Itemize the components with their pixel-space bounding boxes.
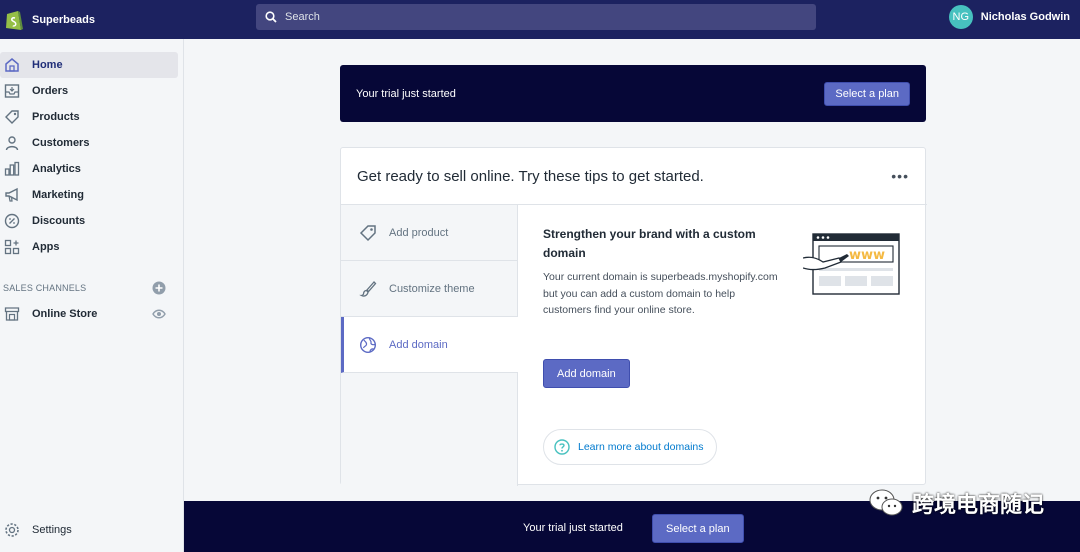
tab-add-domain[interactable]: Add domain	[341, 317, 518, 373]
panel-title: Strengthen your brand with a custom doma…	[543, 227, 756, 260]
watermark: 跨境电商随记	[868, 487, 1044, 519]
globe-icon	[359, 336, 377, 354]
wechat-icon	[869, 489, 903, 516]
eye-icon[interactable]	[152, 308, 166, 320]
sidebar-item-home[interactable]: Home	[0, 52, 178, 78]
store-name: Superbeads	[32, 13, 95, 26]
sidebar-item-label: Home	[32, 59, 63, 71]
trial-banner-text: Your trial just started	[356, 87, 456, 100]
domain-illustration-icon: www	[803, 233, 900, 295]
search-placeholder: Search	[285, 11, 320, 23]
sidebar-item-label: Products	[32, 111, 80, 123]
learn-more-label: Learn more about domains	[578, 441, 704, 453]
top-bar: Superbeads Search NG Nicholas Godwin	[0, 0, 1080, 39]
watermark-text: 跨境电商随记	[911, 493, 1044, 518]
sidebar-item-label: Online Store	[32, 308, 98, 320]
discount-icon	[4, 213, 20, 229]
bottom-trial-text: Your trial just started	[523, 522, 623, 534]
user-name: Nicholas Godwin	[980, 11, 1070, 23]
help-circle-icon	[554, 439, 570, 455]
sidebar-item-label: Analytics	[32, 163, 81, 175]
tab-add-product[interactable]: Add product	[341, 205, 517, 261]
store-icon	[4, 306, 20, 322]
sidebar-item-orders[interactable]: Orders	[0, 78, 178, 104]
search-input[interactable]: Search	[256, 4, 816, 30]
sidebar-item-label: Orders	[32, 85, 69, 97]
sidebar-item-label: Marketing	[32, 189, 84, 201]
add-circle-icon[interactable]	[152, 281, 166, 295]
sidebar-item-settings[interactable]: Settings	[0, 517, 178, 543]
panel-body: Your current domain is superbeads.myshop…	[543, 271, 778, 316]
select-plan-button[interactable]: Select a plan	[824, 81, 910, 106]
card-title: Get ready to sell online. Try these tips…	[357, 168, 704, 185]
shopify-logo-icon	[6, 10, 23, 30]
megaphone-icon	[4, 187, 20, 203]
sidebar-item-label: Settings	[32, 524, 72, 536]
sidebar-item-label: Apps	[32, 241, 60, 253]
avatar: NG	[948, 5, 973, 29]
add-domain-button[interactable]: Add domain	[543, 359, 630, 388]
person-icon	[4, 135, 20, 151]
tab-customize-theme[interactable]: Customize theme	[341, 261, 517, 317]
sidebar-item-label: Customers	[32, 137, 90, 149]
bottom-select-plan-button[interactable]: Select a plan	[652, 514, 744, 543]
sidebar-item-apps[interactable]: Apps	[0, 234, 178, 260]
orders-icon	[4, 83, 20, 99]
tab-label: Customize theme	[389, 282, 475, 295]
svg-text:www: www	[849, 248, 885, 263]
sidebar-item-discounts[interactable]: Discounts	[0, 208, 178, 234]
sidebar-item-label: Discounts	[32, 215, 86, 227]
apps-icon	[4, 239, 20, 255]
trial-banner: Your trial just started Select a plan	[340, 65, 926, 122]
panel-divider	[518, 204, 927, 205]
gear-icon	[4, 522, 20, 538]
tips-tabs: Add product Customize theme Add domain	[341, 204, 518, 486]
learn-more-domains-link[interactable]: Learn more about domains	[543, 429, 717, 465]
sidebar-item-customers[interactable]: Customers	[0, 130, 178, 156]
home-icon	[4, 57, 20, 73]
sidebar-item-products[interactable]: Products	[0, 104, 178, 130]
sidebar-item-marketing[interactable]: Marketing	[0, 182, 178, 208]
brush-icon	[359, 280, 377, 298]
store-brand[interactable]: Superbeads	[0, 8, 250, 32]
tab-label: Add domain	[389, 338, 448, 351]
bar-chart-icon	[4, 161, 20, 177]
tag-icon	[359, 224, 377, 242]
sidebar: Home Orders Products Customers Analytics…	[0, 39, 184, 552]
sales-channels-title: SALES CHANNELS	[3, 283, 87, 293]
user-menu[interactable]: NG Nicholas Godwin	[948, 5, 1070, 29]
tab-label: Add product	[389, 226, 449, 239]
sidebar-item-analytics[interactable]: Analytics	[0, 156, 178, 182]
tag-icon	[4, 109, 20, 125]
more-actions-icon[interactable]: •••	[891, 168, 909, 184]
tips-card: Get ready to sell online. Try these tips…	[340, 147, 927, 486]
search-icon	[265, 11, 277, 23]
